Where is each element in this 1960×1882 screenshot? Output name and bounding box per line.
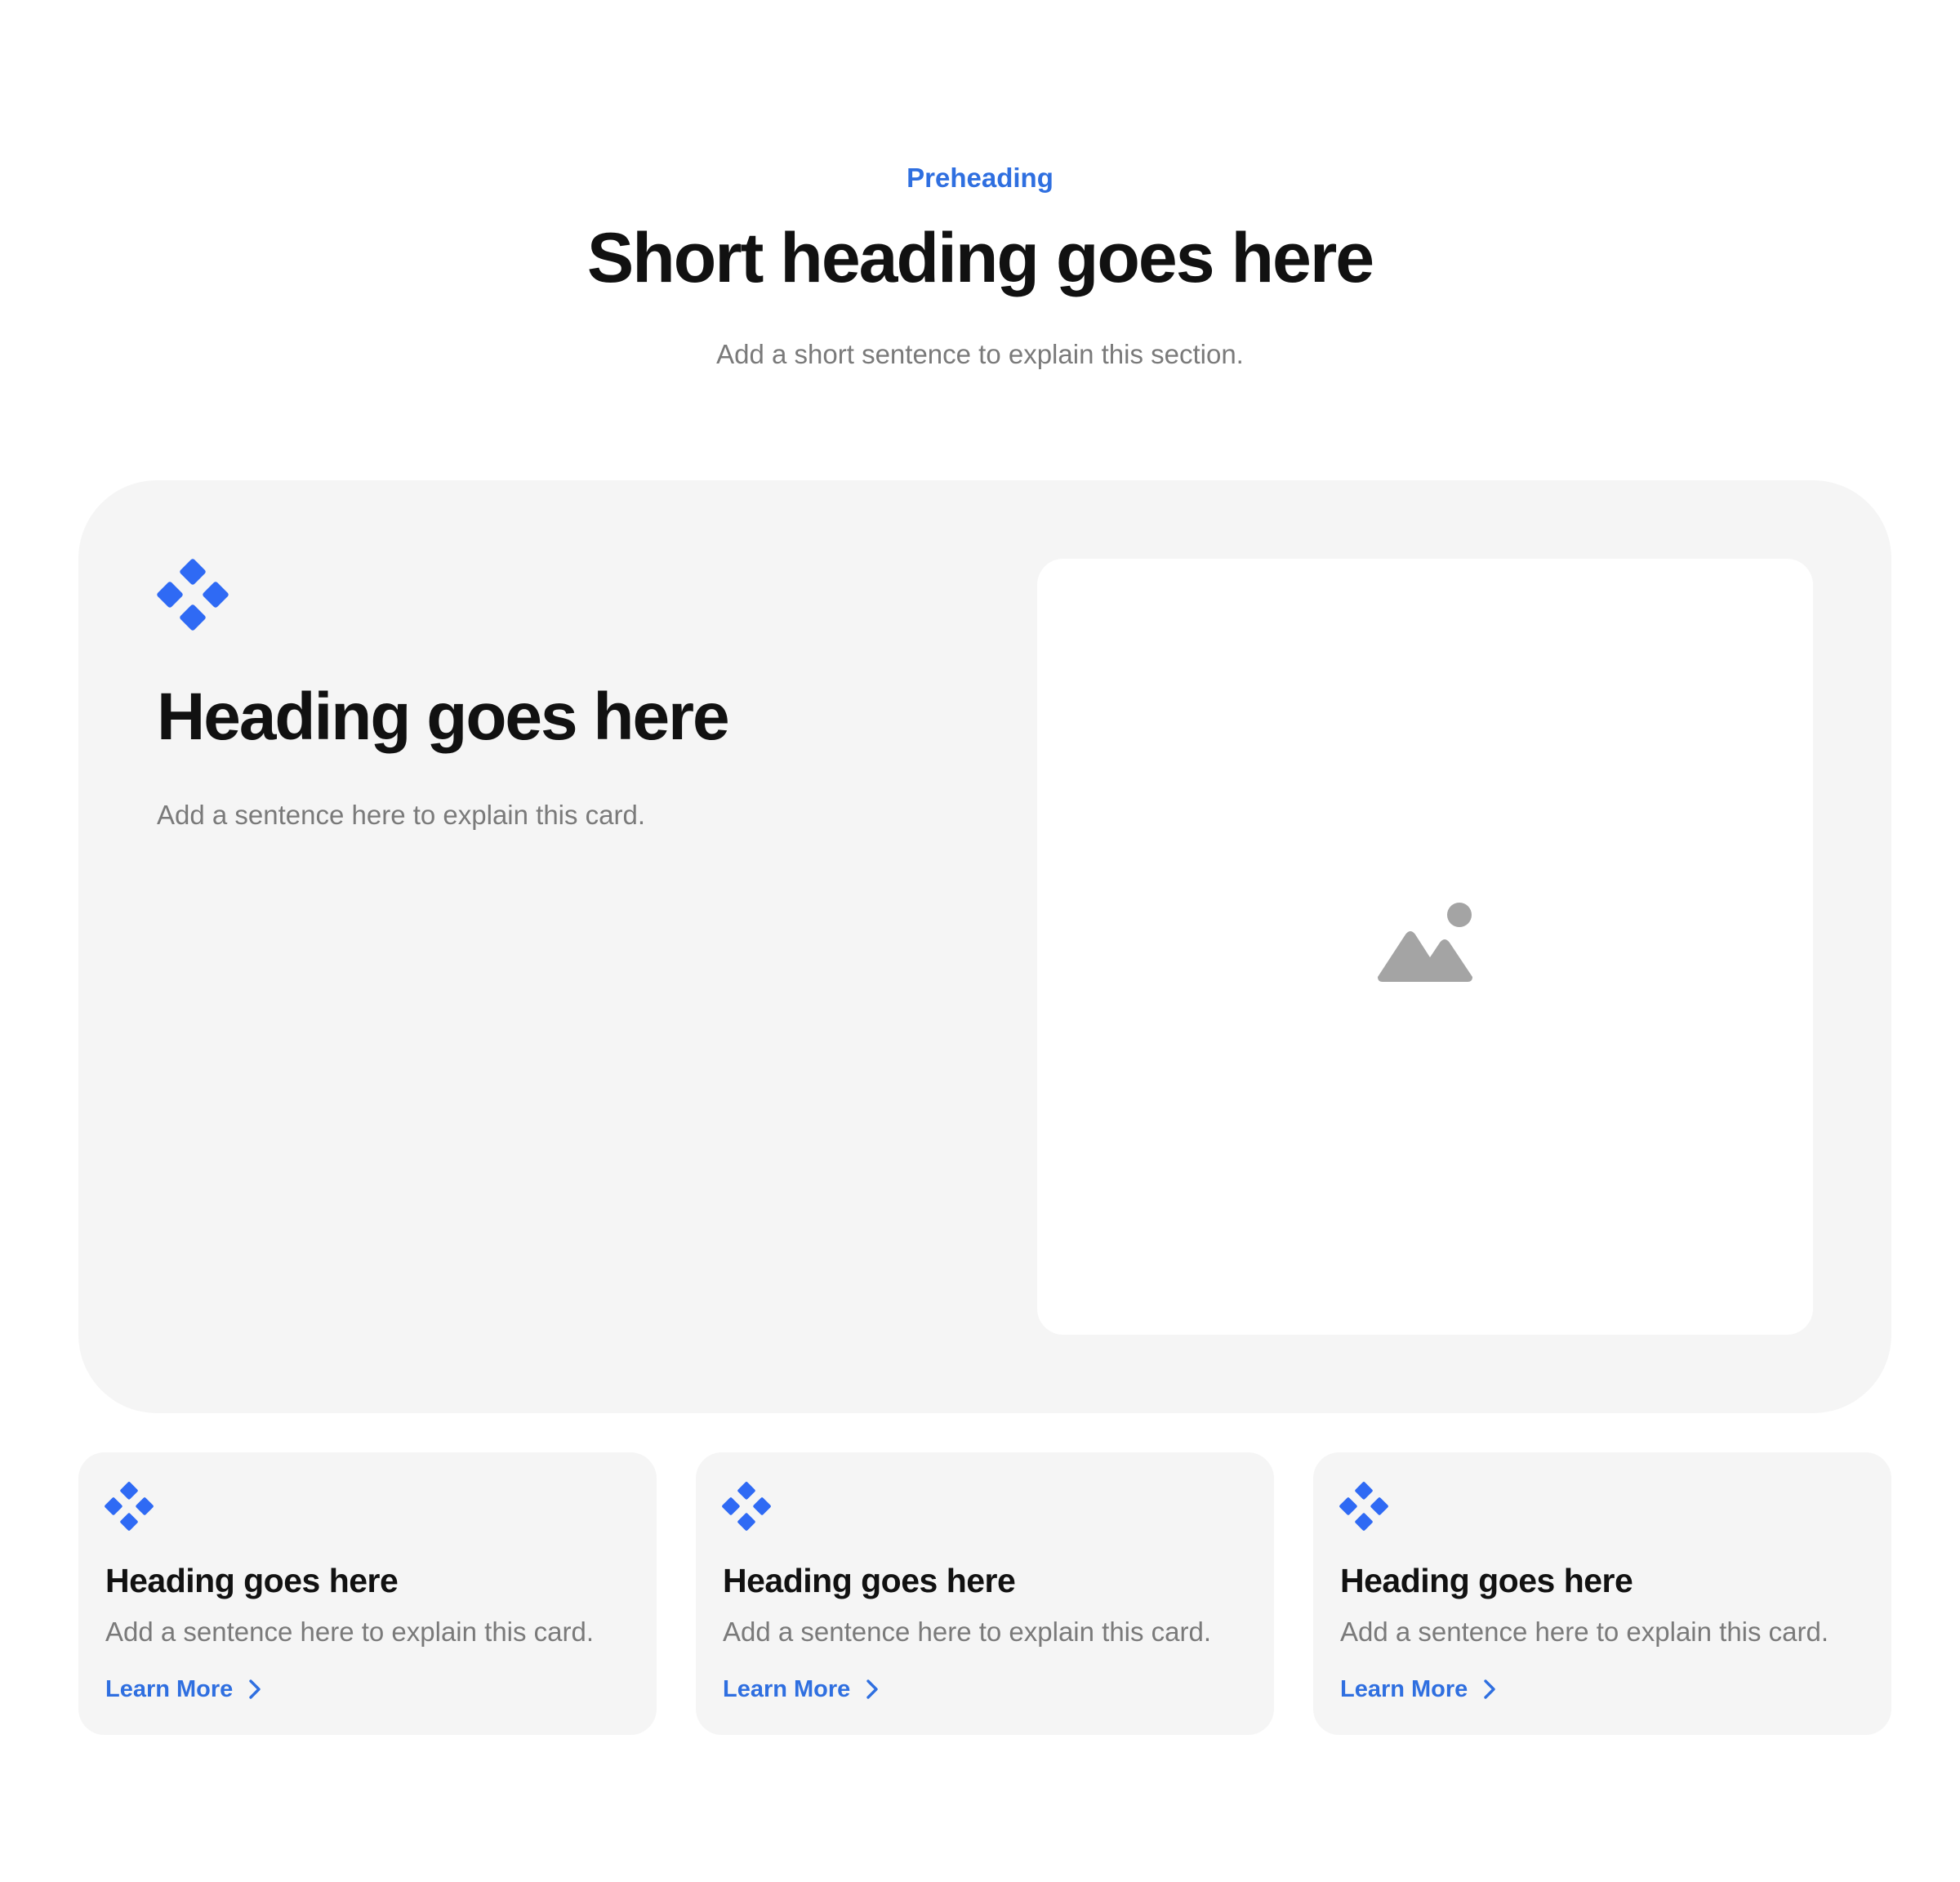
image-placeholder <box>1037 559 1813 1335</box>
learn-more-link[interactable]: Learn More <box>723 1673 883 1706</box>
diamond-cluster-icon <box>1339 1482 1388 1531</box>
diamond-cluster-icon <box>157 559 229 631</box>
chevron-right-icon <box>1484 1679 1496 1699</box>
card-description: Add a sentence here to explain this card… <box>1340 1617 1829 1647</box>
learn-more-link[interactable]: Learn More <box>1340 1673 1500 1706</box>
preheading: Preheading <box>906 163 1054 193</box>
feature-card-title: Heading goes here <box>157 680 730 754</box>
card-title: Heading goes here <box>105 1562 399 1599</box>
card-3: Heading goes here Add a sentence here to… <box>1313 1452 1891 1735</box>
diamond-cluster-icon <box>722 1482 771 1531</box>
card-title: Heading goes here <box>723 1562 1016 1599</box>
card-description: Add a sentence here to explain this card… <box>105 1617 595 1647</box>
feature-card: Heading goes here Add a sentence here to… <box>78 480 1891 1413</box>
image-placeholder-icon <box>1378 903 1472 982</box>
learn-more-label: Learn More <box>723 1676 851 1702</box>
page: Preheading Short heading goes here Add a… <box>0 0 1960 1882</box>
section-subtitle: Add a short sentence to explain this sec… <box>716 339 1244 369</box>
learn-more-link[interactable]: Learn More <box>105 1673 265 1706</box>
card-description: Add a sentence here to explain this card… <box>723 1617 1212 1647</box>
learn-more-label: Learn More <box>105 1676 234 1702</box>
chevron-right-icon <box>249 1679 261 1699</box>
diamond-cluster-icon <box>105 1482 154 1531</box>
card-2: Heading goes here Add a sentence here to… <box>696 1452 1274 1735</box>
card-1: Heading goes here Add a sentence here to… <box>78 1452 657 1735</box>
card-title: Heading goes here <box>1340 1562 1633 1599</box>
chevron-right-icon <box>866 1679 879 1699</box>
section-title: Short heading goes here <box>586 219 1374 297</box>
learn-more-label: Learn More <box>1340 1676 1468 1702</box>
feature-card-description: Add a sentence here to explain this card… <box>157 800 646 830</box>
